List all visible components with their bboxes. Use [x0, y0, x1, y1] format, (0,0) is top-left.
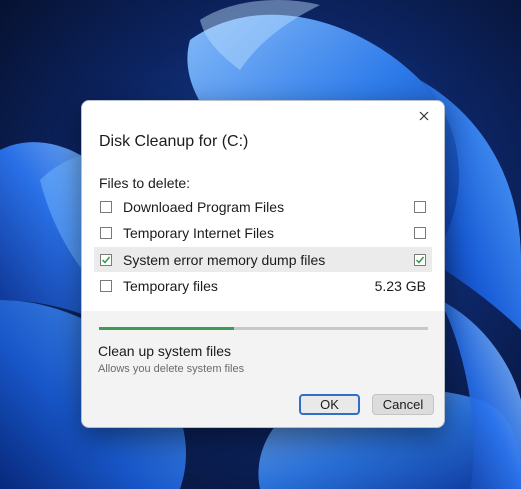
list-item[interactable]: Temporary files 5.23 GB: [94, 273, 432, 298]
list-item-label: Temporary Internet Files: [123, 224, 274, 241]
list-item[interactable]: Downloaed Program Files: [94, 194, 432, 219]
close-icon: [419, 111, 429, 121]
list-item[interactable]: Temporary Internet Files: [94, 220, 432, 245]
files-to-delete-label: Files to delete:: [99, 175, 191, 191]
checkmark-icon: [101, 256, 111, 264]
list-item-label: System error memory dump files: [123, 251, 326, 268]
disk-cleanup-dialog: Disk Cleanup for (C:) Files to delete: D…: [81, 100, 445, 428]
cancel-button[interactable]: Cancel: [372, 394, 434, 415]
clean-up-system-files-label[interactable]: Clean up system files: [98, 343, 231, 359]
ok-button[interactable]: OK: [299, 394, 360, 415]
checkbox-checked[interactable]: [100, 253, 112, 266]
close-button[interactable]: [412, 105, 436, 127]
file-size: 5.23 GB: [374, 277, 426, 294]
dialog-title: Disk Cleanup for (C:): [99, 133, 249, 150]
checkbox[interactable]: [100, 226, 112, 239]
list-item[interactable]: System error memory dump files: [94, 247, 432, 272]
progress-fill: [99, 327, 234, 330]
checkbox[interactable]: [414, 200, 426, 213]
list-item-label: Downloaed Program Files: [123, 198, 285, 215]
checkmark-icon: [415, 256, 425, 264]
checkbox[interactable]: [100, 279, 112, 292]
clean-up-description: Allows you delete system files: [98, 363, 245, 375]
progress-bar: [99, 327, 428, 330]
checkbox[interactable]: [100, 200, 112, 213]
list-item-label: Temporary files: [123, 277, 218, 294]
checkbox-checked[interactable]: [414, 253, 426, 266]
checkbox[interactable]: [414, 226, 426, 239]
